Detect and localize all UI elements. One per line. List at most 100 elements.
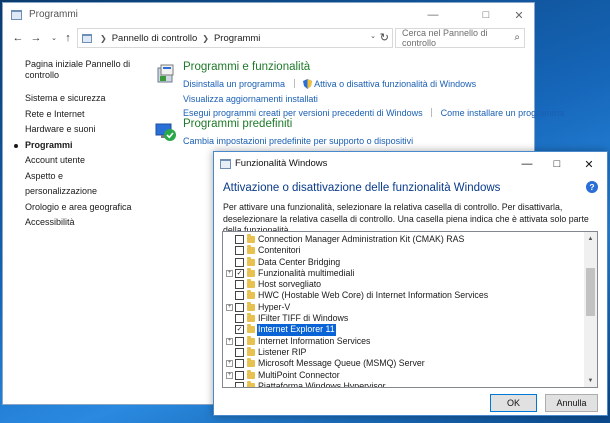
feature-row[interactable]: Connection Manager Administration Kit (C…	[223, 234, 585, 245]
default-programs-heading[interactable]: Programmi predefiniti	[183, 118, 292, 130]
sidebar: Pagina iniziale Pannello di controllo Si…	[14, 59, 135, 231]
breadcrumb-control-panel[interactable]: Pannello di controllo	[112, 33, 198, 44]
feature-row[interactable]: + ✓ Funzionalità multimediali	[223, 267, 585, 279]
feature-row[interactable]: Listener RIP	[223, 346, 585, 358]
minimize-icon[interactable]: —	[510, 152, 544, 176]
feature-checkbox[interactable]	[235, 302, 244, 312]
feature-label[interactable]: Microsoft Message Queue (MSMQ) Server	[257, 358, 426, 369]
feature-label[interactable]: Host sorvegliato	[257, 279, 322, 290]
feature-label[interactable]: HWC (Hostable Web Core) di Internet Info…	[257, 290, 489, 301]
programs-features-heading[interactable]: Programmi e funzionalità	[183, 61, 310, 73]
maximize-icon[interactable]: □	[469, 3, 503, 27]
close-icon[interactable]: ✕	[572, 152, 606, 176]
sidebar-item-programs[interactable]: Programmi	[14, 138, 135, 154]
feature-row[interactable]: + Microsoft Message Queue (MSMQ) Server	[223, 358, 585, 369]
sidebar-item-appearance[interactable]: Aspetto e personalizzazione	[25, 169, 135, 200]
feature-checkbox[interactable]	[235, 235, 244, 244]
feature-label[interactable]: Funzionalità multimediali	[257, 268, 355, 279]
feature-label[interactable]: Internet Explorer 11	[257, 324, 336, 336]
feature-row[interactable]: Data Center Bridging	[223, 256, 585, 268]
dialog-titlebar: Funzionalità Windows — □ ✕	[214, 152, 607, 176]
sidebar-item-network-internet[interactable]: Rete e Internet	[25, 107, 135, 123]
expand-icon[interactable]: +	[226, 303, 233, 311]
toggle-windows-features-link[interactable]: Attiva o disattiva funzionalità di Windo…	[314, 79, 476, 89]
minimize-icon[interactable]: —	[416, 3, 450, 27]
feature-checkbox[interactable]	[235, 246, 244, 256]
search-icon[interactable]: ⌕	[514, 32, 520, 43]
refresh-icon[interactable]: ↻	[380, 31, 389, 44]
back-arrow-icon[interactable]: ←	[11, 31, 25, 45]
help-icon[interactable]: ?	[586, 181, 598, 193]
sidebar-item-user-accounts[interactable]: Account utente	[25, 153, 135, 169]
feature-row[interactable]: + Hyper-V	[223, 301, 585, 313]
up-arrow-icon[interactable]: ↑	[61, 31, 75, 45]
search-placeholder: Cerca nel Pannello di controllo	[402, 28, 488, 48]
search-input[interactable]: Cerca nel Pannello di controllo ⌕	[395, 28, 525, 48]
forward-arrow-icon[interactable]: →	[29, 31, 43, 45]
feature-checkbox[interactable]	[235, 381, 244, 387]
dialog-heading: Attivazione o disattivazione delle funzi…	[223, 182, 501, 194]
address-dropdown-icon[interactable]: ⌄	[370, 32, 376, 40]
feature-row[interactable]: HWC (Hostable Web Core) di Internet Info…	[223, 290, 585, 301]
feature-label[interactable]: Data Center Bridging	[257, 257, 341, 268]
feature-row[interactable]: + MultiPoint Connector	[223, 369, 585, 381]
features-list: Connection Manager Administration Kit (C…	[223, 234, 585, 387]
cancel-button[interactable]: Annulla	[545, 394, 598, 412]
scroll-thumb[interactable]	[586, 268, 595, 316]
feature-row[interactable]: ✓ Internet Explorer 11	[223, 324, 585, 336]
feature-label[interactable]: Listener RIP	[257, 347, 307, 358]
feature-row[interactable]: Contenitori	[223, 245, 585, 256]
view-installed-updates-link[interactable]: Visualizza aggiornamenti installati	[183, 94, 318, 104]
expand-icon[interactable]: +	[226, 269, 233, 277]
scroll-up-icon[interactable]: ▲	[584, 232, 597, 245]
feature-checkbox[interactable]	[235, 314, 244, 324]
feature-checkbox[interactable]	[235, 291, 244, 301]
feature-label[interactable]: MultiPoint Connector	[257, 370, 341, 381]
vertical-scrollbar[interactable]: ▲ ▼	[584, 232, 597, 387]
windows-features-icon	[220, 159, 231, 169]
feature-row[interactable]: + Internet Information Services	[223, 335, 585, 347]
expand-icon[interactable]: +	[226, 337, 233, 345]
close-icon[interactable]: ✕	[502, 3, 536, 27]
feature-checkbox[interactable]	[235, 359, 244, 369]
change-default-settings-link[interactable]: Cambia impostazioni predefinite per supp…	[183, 136, 413, 146]
sidebar-home-link[interactable]: Pagina iniziale Pannello di controllo	[25, 59, 135, 81]
feature-label[interactable]: Contenitori	[257, 245, 302, 256]
feature-row[interactable]: Piattaforma Windows Hypervisor	[223, 380, 585, 387]
address-bar[interactable]: ❯ Pannello di controllo ❯ Programmi ⌄ ↻	[77, 28, 393, 48]
feature-checkbox[interactable]	[235, 257, 244, 267]
link-divider	[293, 79, 295, 88]
feature-checkbox[interactable]: ✓	[235, 268, 244, 278]
feature-label[interactable]: Internet Information Services	[257, 336, 371, 347]
expand-icon[interactable]: +	[226, 371, 233, 379]
feature-label[interactable]: Piattaforma Windows Hypervisor	[257, 381, 387, 387]
ok-button[interactable]: OK	[490, 394, 537, 412]
feature-label[interactable]: Connection Manager Administration Kit (C…	[257, 234, 465, 245]
breadcrumb-programs[interactable]: Programmi	[214, 33, 260, 44]
scroll-down-icon[interactable]: ▼	[584, 374, 597, 387]
feature-row[interactable]: Host sorvegliato	[223, 279, 585, 290]
feature-checkbox[interactable]: ✓	[235, 325, 244, 335]
windows-features-dialog: Funzionalità Windows — □ ✕ Attivazione o…	[213, 151, 608, 416]
sidebar-item-accessibility[interactable]: Accessibilità	[25, 215, 135, 231]
run-older-programs-link[interactable]: Esegui programmi creati per versioni pre…	[183, 108, 423, 118]
features-tree[interactable]: Connection Manager Administration Kit (C…	[222, 231, 598, 388]
feature-checkbox[interactable]	[235, 280, 244, 290]
sidebar-item-clock-region[interactable]: Orologio e area geografica	[25, 200, 135, 216]
feature-label[interactable]: Hyper-V	[257, 302, 291, 313]
sidebar-item-system-security[interactable]: Sistema e sicurezza	[25, 91, 135, 107]
recent-dropdown-icon[interactable]: ⌄	[47, 31, 61, 45]
uninstall-program-link[interactable]: Disinstalla un programma	[183, 79, 285, 89]
how-to-install-link[interactable]: Come installare un programma	[441, 108, 565, 118]
feature-checkbox[interactable]	[235, 347, 244, 357]
programs-features-icon	[157, 64, 174, 83]
feature-checkbox[interactable]	[235, 370, 244, 380]
feature-row[interactable]: IFilter TIFF di Windows	[223, 313, 585, 324]
feature-label[interactable]: IFilter TIFF di Windows	[257, 313, 349, 324]
folder-icon	[247, 234, 255, 243]
sidebar-item-hardware-sound[interactable]: Hardware e suoni	[25, 122, 135, 138]
maximize-icon[interactable]: □	[540, 152, 574, 176]
chevron-right-icon: ❯	[100, 33, 107, 43]
feature-checkbox[interactable]	[235, 336, 244, 346]
expand-icon[interactable]: +	[226, 360, 233, 368]
